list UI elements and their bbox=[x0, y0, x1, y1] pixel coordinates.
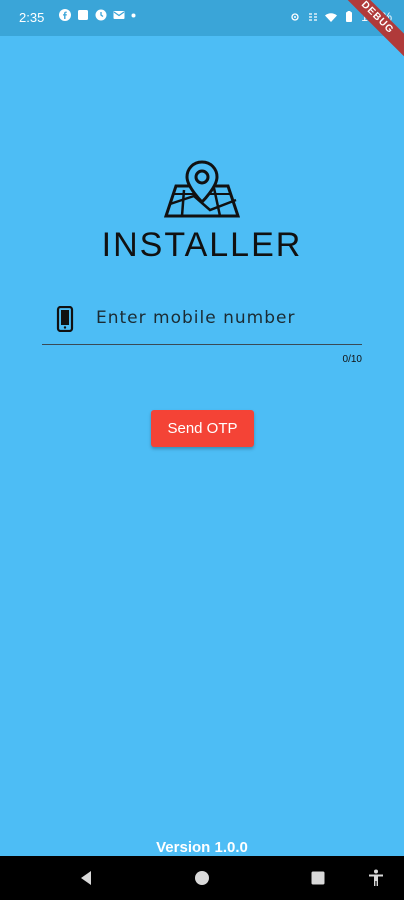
status-time: 2:35 bbox=[19, 10, 45, 25]
version-label: Version 1.0.0 bbox=[156, 839, 248, 856]
back-button[interactable] bbox=[64, 856, 108, 900]
dot-icon bbox=[131, 13, 136, 17]
battery-icon bbox=[346, 11, 353, 22]
mobile-number-input[interactable] bbox=[94, 302, 358, 334]
square-notification-icon bbox=[78, 10, 88, 20]
data-icon bbox=[309, 13, 318, 21]
recents-button[interactable] bbox=[296, 856, 340, 900]
status-notification-icons bbox=[59, 9, 136, 21]
back-icon bbox=[81, 871, 91, 885]
smartphone-icon bbox=[56, 306, 74, 332]
character-counter: 0/10 bbox=[342, 354, 362, 365]
input-underline bbox=[42, 344, 362, 345]
status-bar: 2:35 100% DEBUG bbox=[0, 0, 404, 63]
facebook-icon bbox=[59, 9, 71, 21]
home-button[interactable] bbox=[180, 856, 224, 900]
wifi-icon bbox=[325, 13, 338, 22]
recents-icon bbox=[311, 871, 325, 885]
vibrate-icon bbox=[291, 13, 299, 21]
app-title: INSTALLER bbox=[101, 226, 303, 264]
navigation-bar bbox=[0, 856, 404, 900]
clock-icon bbox=[95, 9, 107, 21]
home-icon bbox=[195, 871, 209, 885]
accessibility-icon bbox=[369, 869, 383, 886]
gmail-icon bbox=[113, 11, 125, 19]
map-location-icon bbox=[164, 160, 240, 218]
accessibility-button[interactable] bbox=[354, 856, 398, 900]
send-otp-button[interactable]: Send OTP bbox=[151, 410, 254, 447]
